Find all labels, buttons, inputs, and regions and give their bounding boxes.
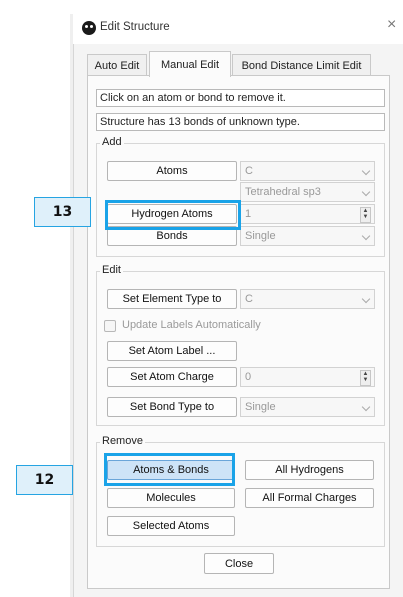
remove-molecules-button[interactable]: Molecules — [107, 488, 235, 508]
hydrogen-count-stepper[interactable]: 1 ▲ ▼ — [240, 204, 375, 224]
add-atoms-button[interactable]: Atoms — [107, 161, 237, 181]
edit-group-title: Edit — [100, 264, 123, 276]
chevron-down-icon — [361, 187, 371, 197]
set-atom-label-button[interactable]: Set Atom Label ... — [107, 341, 237, 361]
tab-manual-edit[interactable]: Manual Edit — [149, 51, 231, 77]
highlight-hydrogen-atoms — [105, 200, 241, 230]
chevron-down-icon — [361, 166, 371, 176]
highlight-atoms-bonds — [104, 453, 235, 486]
chevron-down-icon — [361, 402, 371, 412]
remove-all-hydrogens-button[interactable]: All Hydrogens — [245, 460, 374, 480]
atom-element-select[interactable]: C — [240, 161, 375, 181]
remove-all-formal-charges-button[interactable]: All Formal Charges — [245, 488, 374, 508]
update-labels-checkbox[interactable] — [104, 320, 116, 332]
chevron-down-icon — [361, 294, 371, 304]
atom-element-value: C — [245, 165, 253, 177]
close-button[interactable]: Close — [204, 553, 274, 574]
element-type-select[interactable]: C — [240, 289, 375, 309]
callout-12: 12 — [16, 465, 73, 495]
atom-charge-value: 0 — [245, 371, 252, 383]
spinner-arrows-icon[interactable]: ▲ ▼ — [360, 370, 371, 386]
set-atom-charge-button[interactable]: Set Atom Charge — [107, 367, 237, 387]
bond-type-value: Single — [245, 401, 276, 413]
remove-selected-atoms-button[interactable]: Selected Atoms — [107, 516, 235, 536]
add-group-title: Add — [100, 136, 124, 148]
geometry-select[interactable]: Tetrahedral sp3 — [240, 182, 375, 202]
status-text: Structure has 13 bonds of unknown type. — [96, 113, 385, 131]
instruction-text: Click on an atom or bond to remove it. — [96, 89, 385, 107]
callout-13: 13 — [34, 197, 91, 227]
bond-order-value: Single — [245, 230, 276, 242]
chevron-down-icon — [361, 231, 371, 241]
spinner-arrows-icon[interactable]: ▲ ▼ — [360, 207, 371, 223]
element-type-value: C — [245, 293, 253, 305]
remove-group-title: Remove — [100, 435, 145, 447]
bond-type-select[interactable]: Single — [240, 397, 375, 417]
close-window-icon[interactable]: × — [387, 17, 403, 33]
hydrogen-count-value: 1 — [245, 208, 252, 220]
bond-order-select[interactable]: Single — [240, 226, 375, 246]
tab-bond-distance-limit-edit[interactable]: Bond Distance Limit Edit — [232, 54, 371, 76]
window-title: Edit Structure — [100, 21, 170, 33]
set-element-type-button[interactable]: Set Element Type to — [107, 289, 237, 309]
set-bond-type-button[interactable]: Set Bond Type to — [107, 397, 237, 417]
app-icon — [82, 21, 96, 35]
update-labels-label: Update Labels Automatically — [122, 319, 261, 331]
atom-charge-stepper[interactable]: 0 ▲ ▼ — [240, 367, 375, 387]
geometry-value: Tetrahedral sp3 — [245, 186, 321, 198]
tab-auto-edit[interactable]: Auto Edit — [87, 54, 147, 76]
